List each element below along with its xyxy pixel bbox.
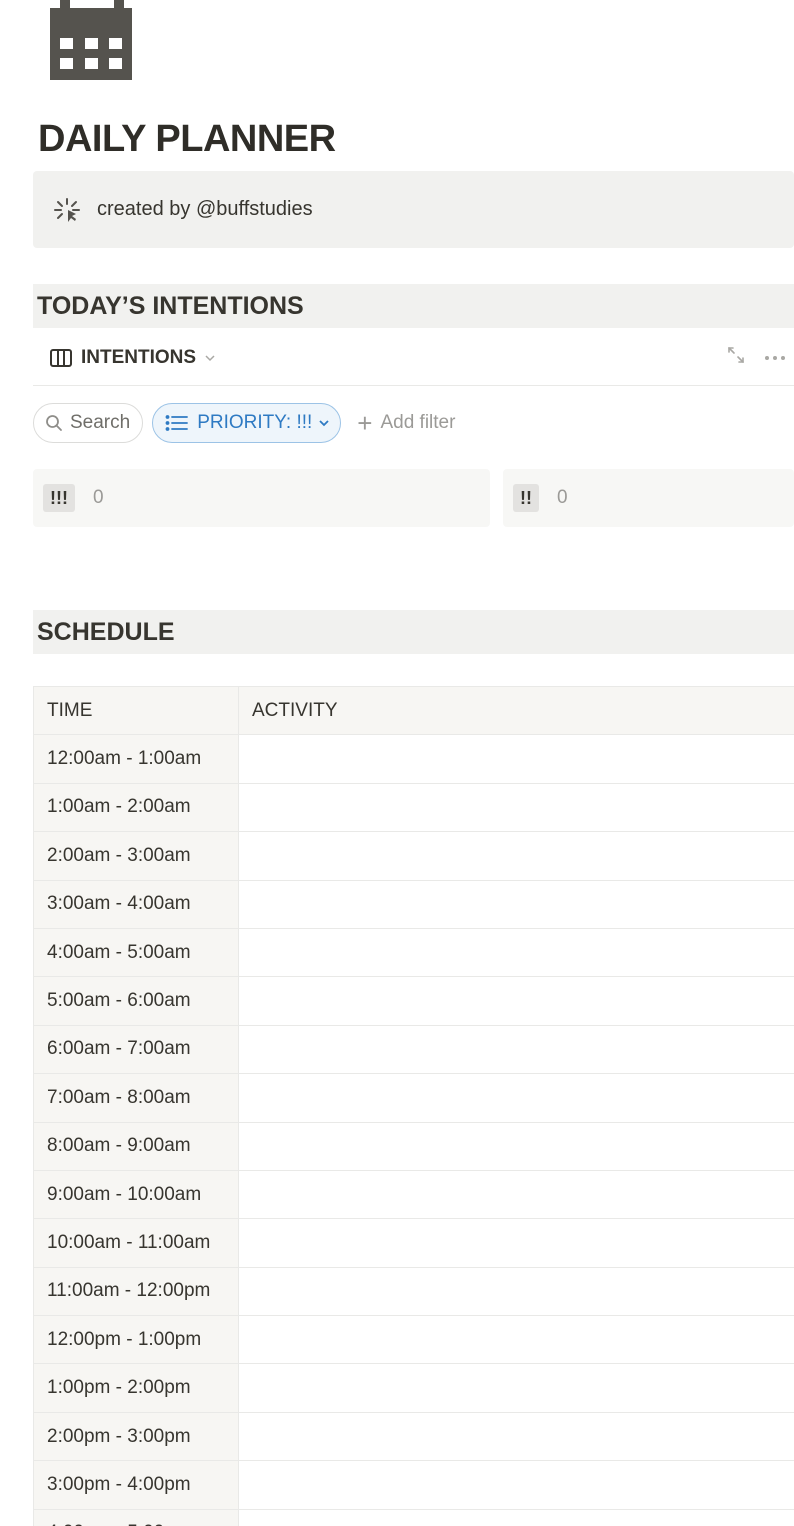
priority-filter-label: PRIORITY: !!! [197,412,313,433]
time-cell[interactable]: 6:00am - 7:00am [33,1025,239,1075]
board-group-medium-priority[interactable]: !! 0 [503,469,794,527]
priority-filter-button[interactable]: PRIORITY: !!! [152,403,342,443]
board-group-high-priority[interactable]: !!! 0 [33,469,490,527]
table-row: 5:00am - 6:00am [33,976,794,1026]
column-header-time[interactable]: TIME [33,685,239,736]
table-row: 9:00am - 10:00am [33,1170,794,1220]
activity-cell[interactable] [238,880,794,929]
group-count: 0 [557,487,568,508]
activity-cell[interactable] [238,1025,794,1075]
activity-cell[interactable] [238,976,794,1026]
activity-cell[interactable] [238,1363,794,1413]
table-row: 12:00pm - 1:00pm [33,1315,794,1365]
activity-cell[interactable] [238,734,794,784]
time-cell[interactable]: 2:00pm - 3:00pm [33,1412,239,1462]
group-count: 0 [92,487,104,508]
more-icon[interactable] [764,349,786,367]
table-row: 1:00am - 2:00am [33,783,794,833]
page-title[interactable]: DAILY PLANNER [38,118,336,161]
table-row: 6:00am - 7:00am [33,1025,794,1075]
schedule-heading: SCHEDULE [33,610,794,654]
activity-cell[interactable] [238,1315,794,1365]
table-row: 4:00pm - 5:00pm [33,1509,794,1526]
search-label: Search [70,412,131,433]
table-row: 11:00am - 12:00pm [33,1267,794,1317]
table-row: 4:00am - 5:00am [33,928,794,978]
group-label: !! [513,484,539,512]
time-cell[interactable]: 3:00am - 4:00am [33,880,239,929]
activity-cell[interactable] [238,831,794,881]
add-filter-label: Add filter [380,412,456,433]
chevron-down-icon [319,420,329,427]
filter-row: Search PRIORITY: !!! + Add filter [33,402,794,444]
activity-cell[interactable] [238,1412,794,1462]
activity-cell[interactable] [238,1460,794,1510]
activity-cell[interactable] [238,1509,794,1526]
table-row: 8:00am - 9:00am [33,1122,794,1171]
activity-cell[interactable] [238,783,794,833]
table-row: 2:00am - 3:00am [33,831,794,881]
table-row: 3:00am - 4:00am [33,880,794,929]
schedule-table: TIME ACTIVITY 12:00am - 1:00am 1:00am - … [33,685,794,1526]
table-row: 10:00am - 11:00am [33,1218,794,1268]
time-cell[interactable]: 4:00pm - 5:00pm [33,1509,239,1526]
time-cell[interactable]: 12:00pm - 1:00pm [33,1315,239,1365]
search-icon [46,415,62,431]
time-cell[interactable]: 8:00am - 9:00am [33,1122,239,1171]
time-cell[interactable]: 2:00am - 3:00am [33,831,239,881]
time-cell[interactable]: 1:00am - 2:00am [33,783,239,833]
list-icon [165,415,189,431]
callout-text: created by @buffstudies [97,198,313,220]
calendar-icon[interactable] [50,0,134,82]
board-icon [50,348,72,367]
group-label: !!! [43,484,75,512]
plus-icon: + [357,408,373,438]
activity-cell[interactable] [238,1170,794,1220]
search-button[interactable]: Search [33,403,144,443]
time-cell[interactable]: 9:00am - 10:00am [33,1170,239,1220]
intentions-view-tab[interactable]: INTENTIONS [49,347,216,369]
time-cell[interactable]: 3:00pm - 4:00pm [33,1460,239,1510]
intentions-database-toolbar: INTENTIONS [33,330,794,386]
credit-callout: created by @buffstudies [33,171,794,248]
activity-cell[interactable] [238,928,794,978]
view-tab-label: INTENTIONS [81,346,197,368]
time-cell[interactable]: 7:00am - 8:00am [33,1073,239,1123]
chevron-down-icon [205,354,215,361]
time-cell[interactable]: 5:00am - 6:00am [33,976,239,1026]
add-filter-button[interactable]: + Add filter [357,410,455,436]
time-cell[interactable]: 1:00pm - 2:00pm [33,1363,239,1413]
time-cell[interactable]: 11:00am - 12:00pm [33,1267,239,1317]
table-row: 2:00pm - 3:00pm [33,1412,794,1462]
activity-cell[interactable] [238,1267,794,1317]
activity-cell[interactable] [238,1122,794,1171]
table-row: 7:00am - 8:00am [33,1073,794,1123]
table-row: 12:00am - 1:00am [33,734,794,784]
activity-cell[interactable] [238,1073,794,1123]
time-cell[interactable]: 12:00am - 1:00am [33,734,239,784]
intentions-heading: TODAY’S INTENTIONS [33,284,794,328]
activity-cell[interactable] [238,1218,794,1268]
table-header-row: TIME ACTIVITY [33,685,794,736]
loading-spark-icon [53,196,81,224]
expand-icon[interactable] [726,345,746,370]
column-header-activity[interactable]: ACTIVITY [238,685,794,736]
table-row: 3:00pm - 4:00pm [33,1460,794,1510]
time-cell[interactable]: 4:00am - 5:00am [33,928,239,978]
time-cell[interactable]: 10:00am - 11:00am [33,1218,239,1268]
table-row: 1:00pm - 2:00pm [33,1363,794,1413]
